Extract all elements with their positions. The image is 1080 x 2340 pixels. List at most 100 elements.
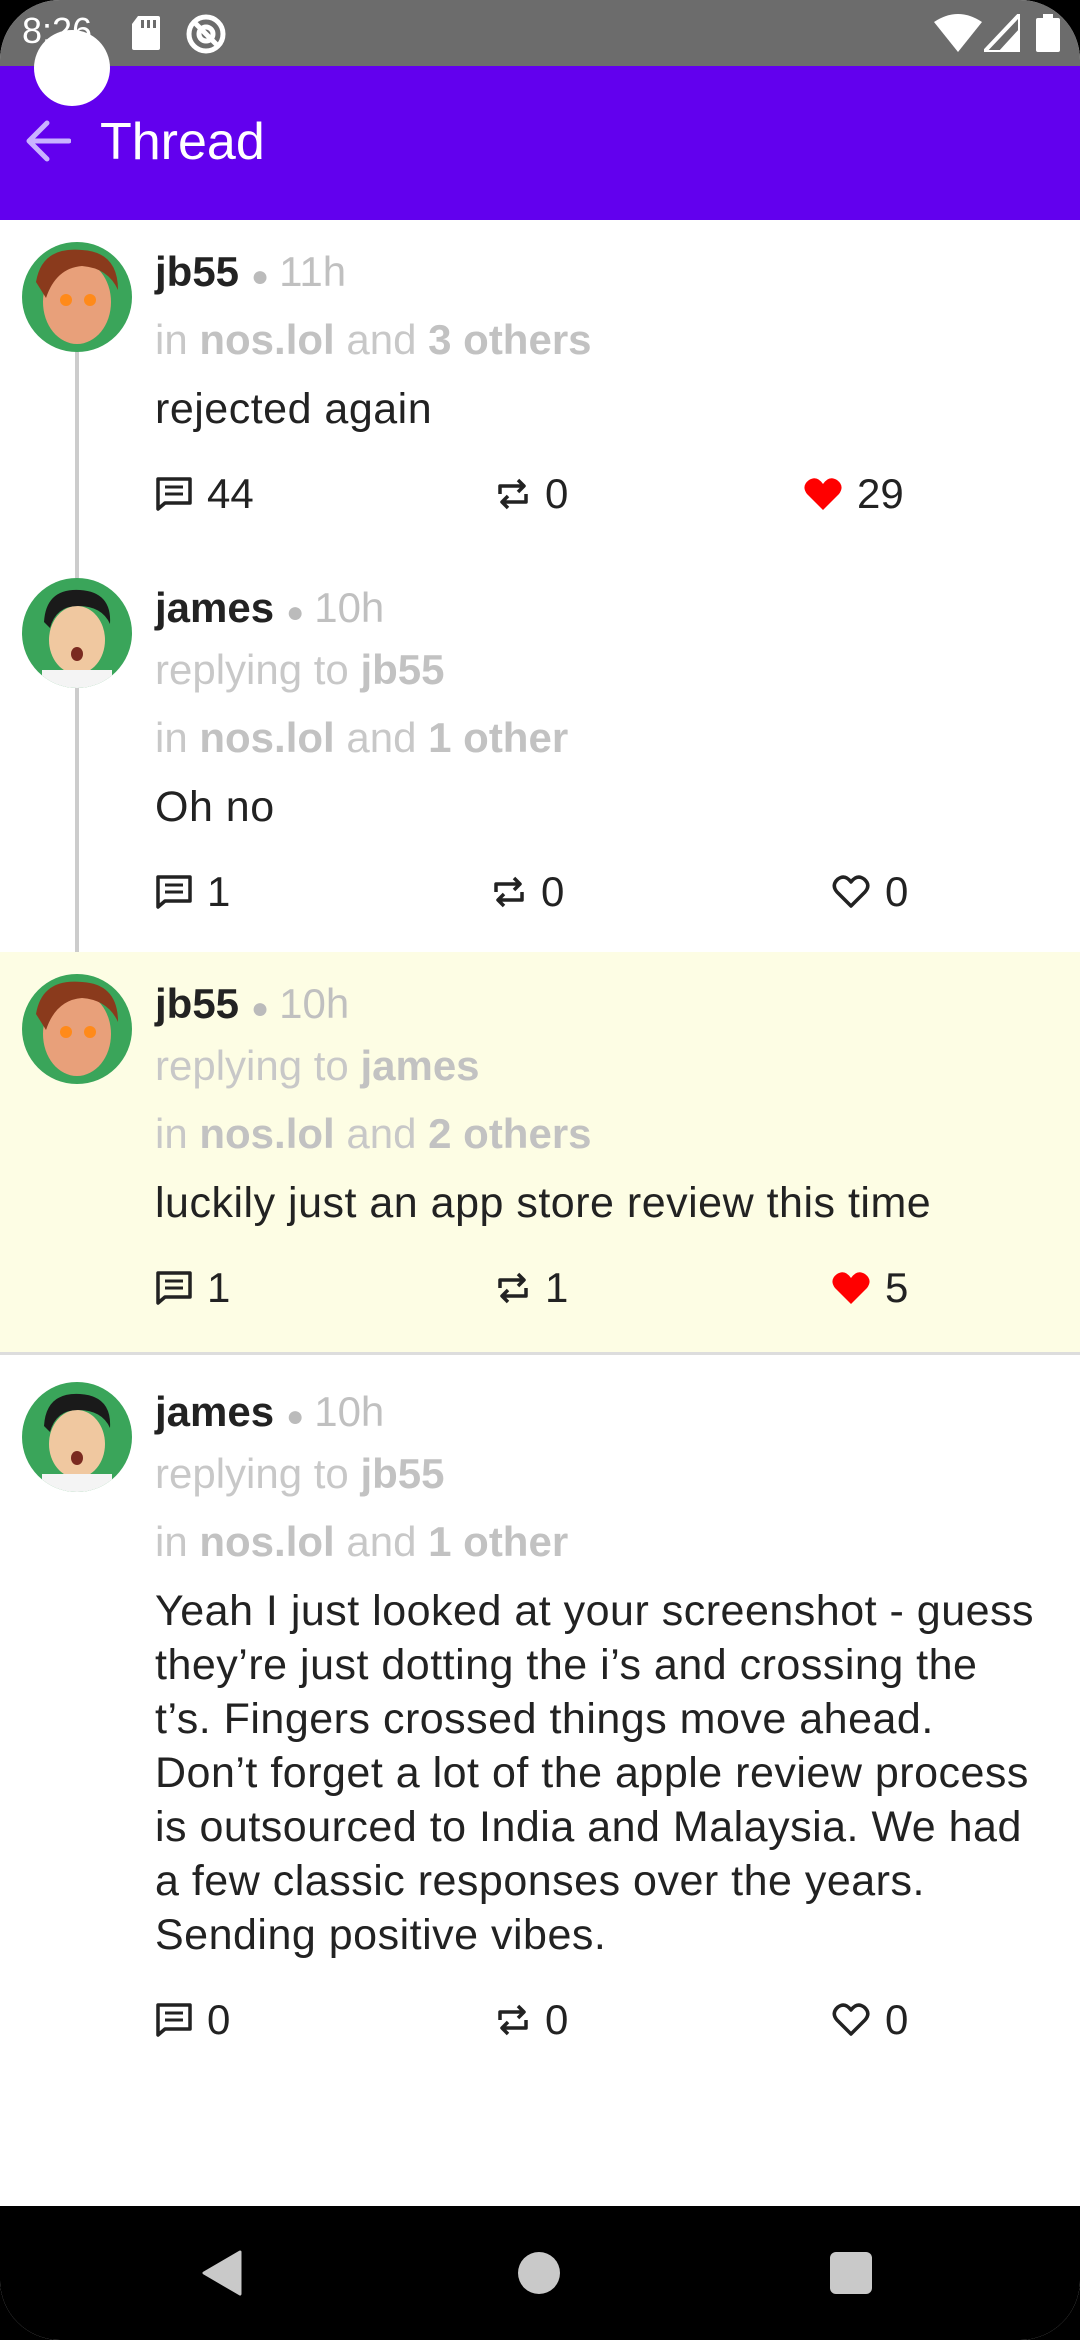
reply-target[interactable]: james (360, 1042, 479, 1089)
note-card[interactable]: james ● 10h replying to jb55 in nos.lol an… (0, 1362, 1080, 2152)
reply-button[interactable]: 1 (155, 862, 230, 922)
relay-name[interactable]: nos.lol (199, 1518, 334, 1565)
repost-button[interactable]: 0 (495, 1990, 568, 2050)
repost-button[interactable]: 0 (495, 464, 568, 524)
avatar[interactable] (22, 242, 132, 352)
reply-icon (156, 2003, 192, 2037)
nav-home-icon[interactable] (518, 2252, 560, 2294)
repost-count: 0 (545, 470, 569, 517)
relay-prefix: in (155, 714, 188, 761)
avatar-james-image (22, 578, 132, 688)
relay-conj: and (346, 714, 417, 761)
nav-recents-icon[interactable] (830, 2252, 872, 2294)
separator-dot: ● (251, 260, 270, 293)
camera-cutout (34, 30, 110, 106)
repost-count: 0 (545, 1996, 569, 2043)
like-button[interactable]: 0 (831, 862, 908, 922)
note-card-highlighted[interactable]: jb55 ● 10h replying to james in nos.lol an… (0, 952, 1080, 1352)
note-body: Oh no (155, 783, 275, 831)
heart-outline-icon (832, 875, 870, 908)
repost-button[interactable]: 0 (491, 862, 564, 922)
back-button[interactable] (16, 110, 78, 172)
like-count: 5 (885, 1264, 909, 1311)
sd-card-icon (132, 16, 160, 50)
avatar[interactable] (22, 974, 132, 1084)
reply-count: 1 (207, 868, 231, 915)
relay-others[interactable]: 3 others (428, 316, 591, 363)
separator-dot: ● (251, 992, 270, 1025)
repost-icon (498, 1272, 528, 1304)
like-button[interactable]: 29 (803, 464, 904, 524)
note-time: 10h (314, 584, 385, 631)
heart-filled-icon (804, 478, 842, 510)
author-name[interactable]: james (155, 584, 274, 631)
reply-prefix: replying to (155, 1450, 349, 1497)
relay-others[interactable]: 2 others (428, 1110, 591, 1157)
like-button[interactable]: 5 (831, 1258, 908, 1318)
relay-prefix: in (155, 316, 188, 363)
reply-count: 1 (207, 1264, 231, 1311)
repost-count: 1 (545, 1264, 569, 1311)
repost-icon (494, 876, 524, 908)
reply-target[interactable]: jb55 (360, 1450, 444, 1497)
repost-icon (498, 478, 528, 510)
nav-back-icon[interactable] (200, 2250, 244, 2296)
avatar[interactable] (22, 578, 132, 688)
avatar[interactable] (22, 1382, 132, 1492)
note-time: 10h (314, 1388, 385, 1435)
avatar-jb55-image (22, 974, 132, 1084)
note-actions: 1 0 0 (155, 862, 1040, 922)
reply-info: replying to james (155, 1040, 1040, 1092)
note-body: rejected again (155, 385, 433, 433)
note-time: 10h (279, 980, 350, 1027)
reply-prefix: replying to (155, 646, 349, 693)
author-name[interactable]: jb55 (155, 980, 239, 1027)
page-title: Thread (100, 113, 265, 171)
reply-icon (156, 1271, 192, 1305)
avatar-james-image (22, 1382, 132, 1492)
repost-icon (498, 2004, 528, 2036)
relay-others[interactable]: 1 other (428, 714, 568, 761)
like-button[interactable]: 0 (831, 1990, 908, 2050)
at-sign-icon (186, 14, 226, 54)
relay-name[interactable]: nos.lol (199, 714, 334, 761)
note-actions: 44 0 29 (155, 464, 1040, 524)
system-nav-bar (0, 2206, 1080, 2340)
note-card[interactable]: jb55 ● 11h in nos.lol and 3 others rejecte… (0, 220, 1080, 570)
reply-info: replying to jb55 (155, 644, 1040, 696)
note-actions: 1 1 5 (155, 1258, 1040, 1318)
author-name[interactable]: james (155, 1388, 274, 1435)
separator-dot: ● (286, 1400, 305, 1433)
relay-info: in nos.lol and 3 others (155, 314, 1040, 366)
like-count: 29 (857, 470, 904, 517)
relay-info: in nos.lol and 2 others (155, 1108, 1040, 1160)
signal-icon (984, 14, 1020, 52)
reply-count: 0 (207, 1996, 231, 2043)
repost-count: 0 (541, 868, 565, 915)
reply-count: 44 (207, 470, 254, 517)
relay-conj: and (346, 1518, 417, 1565)
reply-icon (156, 477, 192, 511)
repost-button[interactable]: 1 (495, 1258, 568, 1318)
relay-prefix: in (155, 1110, 188, 1157)
relay-prefix: in (155, 1518, 188, 1565)
note-actions: 0 0 0 (155, 1990, 1040, 2050)
like-count: 0 (885, 1996, 909, 2043)
section-divider (0, 1352, 1080, 1355)
reply-button[interactable]: 44 (155, 464, 254, 524)
app-bar: Thread (0, 66, 1080, 220)
reply-button[interactable]: 0 (155, 1990, 230, 2050)
relay-conj: and (346, 316, 417, 363)
relay-others[interactable]: 1 other (428, 1518, 568, 1565)
author-name[interactable]: jb55 (155, 248, 239, 295)
arrow-left-icon (26, 120, 71, 162)
relay-conj: and (346, 1110, 417, 1157)
separator-dot: ● (286, 596, 305, 629)
reply-target[interactable]: jb55 (360, 646, 444, 693)
relay-name[interactable]: nos.lol (199, 1110, 334, 1157)
reply-button[interactable]: 1 (155, 1258, 230, 1318)
relay-name[interactable]: nos.lol (199, 316, 334, 363)
note-time: 11h (279, 248, 347, 295)
note-card[interactable]: james ● 10h replying to jb55 in nos.lol an… (0, 570, 1080, 952)
note-body: luckily just an app store review this ti… (155, 1179, 932, 1227)
